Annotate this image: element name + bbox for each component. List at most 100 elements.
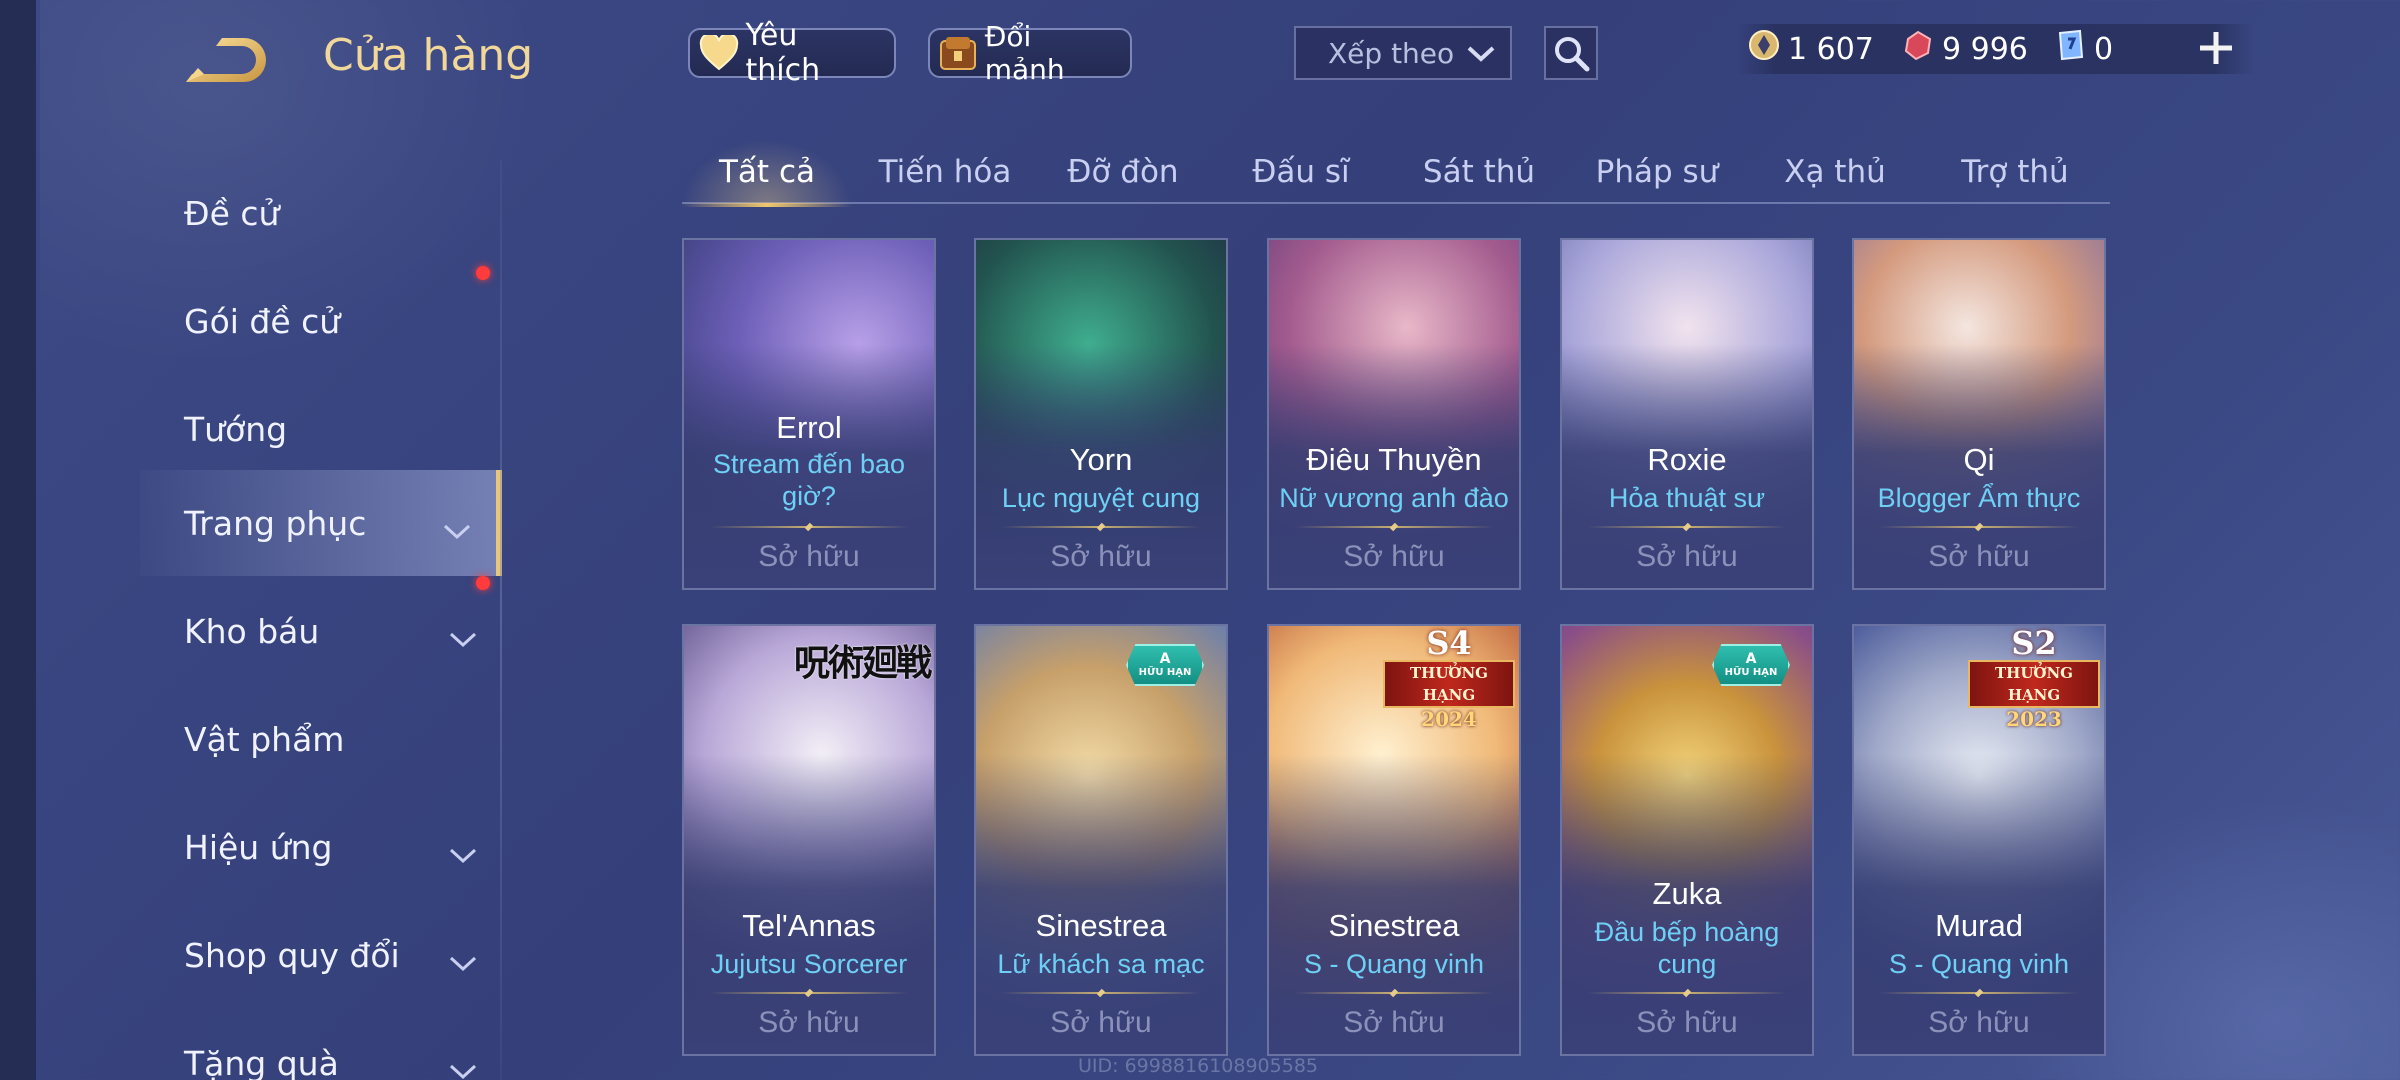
card-divider	[1295, 992, 1493, 994]
sidebar-item-heroes[interactable]: Tướng	[140, 376, 502, 482]
user-id-label: UID: 6998816108905585	[1078, 1055, 1318, 1077]
sidebar-item-label: Trang phục	[184, 503, 367, 543]
sidebar-item-label: Kho báu	[184, 611, 320, 651]
search-button[interactable]	[1544, 26, 1598, 80]
skin-card-sinestrea-glory[interactable]: S4 THƯỞNG HẠNG 2024 Sinestrea S - Quang …	[1267, 624, 1521, 1056]
shard-exchange-button[interactable]: Đổi mảnh	[928, 20, 1132, 86]
tab-fighter[interactable]: Đấu sĩ	[1216, 140, 1386, 204]
badge-grade: A	[1159, 651, 1171, 667]
sidebar-item-items[interactable]: Vật phẩm	[140, 686, 502, 792]
skin-card-dieu-thuyen[interactable]: Điêu Thuyền Nữ vương anh đào Sở hữu	[1267, 238, 1521, 590]
limited-rank-badge: A HỮU HẠN	[1712, 644, 1790, 686]
skin-card-errol[interactable]: Errol Stream đến bao giờ? Sở hữu	[682, 238, 936, 590]
card-divider	[1880, 992, 2078, 994]
sidebar-item-recommended[interactable]: Đề cử	[140, 160, 502, 266]
tab-evolution[interactable]: Tiến hóa	[860, 140, 1030, 204]
skin-name: Stream đến bao giờ?	[712, 449, 906, 511]
tab-mage[interactable]: Pháp sư	[1572, 140, 1742, 204]
sidebar-item-gift[interactable]: Tặng quà	[140, 1010, 502, 1080]
sidebar-item-effects[interactable]: Hiệu ứng	[140, 794, 502, 900]
skin-card-roxie[interactable]: Roxie Hỏa thuật sư Sở hữu	[1560, 238, 1814, 590]
sidebar-item-label: Hiệu ứng	[184, 827, 333, 867]
card-divider	[710, 992, 908, 994]
add-currency-button[interactable]	[2196, 28, 2236, 68]
heart-icon	[698, 32, 740, 74]
sort-dropdown[interactable]: Xếp theo	[1294, 26, 1512, 80]
ticket-balance: 0	[2056, 29, 2113, 69]
skin-card-murad[interactable]: S2 THƯỞNG HẠNG 2023 Murad S - Quang vinh…	[1852, 624, 2106, 1056]
skin-card-qi[interactable]: Qi Blogger Ẩm thực Sở hữu	[1852, 238, 2106, 590]
tab-support[interactable]: Trợ thủ	[1930, 140, 2100, 204]
owned-status: Sở hữu	[758, 1006, 860, 1039]
coin-amount: 1 607	[1788, 31, 1874, 67]
card-divider	[1002, 992, 1200, 994]
sidebar-item-treasure[interactable]: Kho báu	[140, 576, 502, 684]
limited-rank-badge: A HỮU HẠN	[1126, 644, 1204, 686]
role-tabs: Tất cả Tiến hóa Đỡ đòn Đấu sĩ Sát thủ Ph…	[682, 140, 2110, 207]
skin-name: S - Quang vinh	[1303, 949, 1485, 979]
season-rank-badge: S2 THƯỞNG HẠNG 2023	[1964, 624, 2104, 730]
sidebar-item-recommended-packs[interactable]: Gói đề cử	[140, 266, 502, 374]
hero-name: Yorn	[1069, 442, 1133, 477]
coin-icon	[1748, 29, 1780, 69]
chevron-down-icon	[448, 942, 478, 981]
skin-card-yorn[interactable]: Yorn Lục nguyệt cung Sở hữu	[974, 238, 1228, 590]
owned-status: Sở hữu	[1928, 540, 2030, 573]
hero-name: Tel'Annas	[742, 908, 876, 943]
chevron-down-icon	[442, 510, 472, 549]
page-title: Cửa hàng	[323, 30, 534, 81]
tab-marksman[interactable]: Xạ thủ	[1750, 140, 1920, 204]
skin-name: Jujutsu Sorcerer	[710, 949, 908, 979]
favorites-label: Yêu thích	[745, 18, 821, 88]
sidebar-item-label: Tướng	[184, 409, 288, 449]
back-arrow-icon	[186, 38, 266, 82]
currency-bar: 1 607 9 996 0	[1736, 24, 2254, 74]
plus-icon	[2200, 32, 2232, 64]
sort-dropdown-label: Xếp theo	[1328, 36, 1455, 70]
favorites-button[interactable]: Yêu thích	[688, 18, 896, 88]
shard-exchange-label: Đổi mảnh	[984, 20, 1065, 86]
owned-status: Sở hữu	[1636, 540, 1738, 573]
back-button[interactable]	[182, 34, 282, 92]
skin-card-zuka[interactable]: A HỮU HẠN Zuka Đầu bếp hoàng cung Sở hữu	[1560, 624, 1814, 1056]
notification-dot	[476, 576, 490, 590]
hero-name: Murad	[1935, 908, 2023, 943]
sidebar-item-exchange-shop[interactable]: Shop quy đổi	[140, 902, 502, 1008]
left-edge-strip	[0, 0, 36, 1080]
hero-name: Zuka	[1652, 876, 1722, 911]
skin-name: Đầu bếp hoàng cung	[1594, 917, 1780, 979]
skin-name: Lữ khách sa mạc	[997, 949, 1205, 979]
skin-card-telannas[interactable]: 呪術廻戦 Tel'Annas Jujutsu Sorcerer Sở hữu	[682, 624, 936, 1056]
card-divider	[1295, 526, 1493, 528]
collab-logo: 呪術廻戦	[793, 642, 932, 684]
badge-grade: A	[1745, 651, 1757, 667]
hero-name: Điêu Thuyền	[1306, 442, 1482, 477]
ruby-voucher-icon	[1902, 29, 1934, 69]
chevron-down-icon	[448, 618, 478, 657]
card-divider	[1880, 526, 2078, 528]
sidebar-item-label: Gói đề cử	[184, 301, 341, 341]
tab-assassin[interactable]: Sát thủ	[1394, 140, 1564, 204]
chevron-down-icon	[448, 1050, 478, 1080]
owned-status: Sở hữu	[1343, 540, 1445, 573]
owned-status: Sở hữu	[1050, 1006, 1152, 1039]
hero-name: Sinestrea	[1328, 908, 1460, 943]
season-label: S2	[2011, 624, 2057, 662]
chevron-down-icon	[448, 834, 478, 873]
rank-reward-label: THƯỞNG HẠNG	[1968, 660, 2100, 708]
hero-name: Roxie	[1647, 442, 1727, 477]
season-rank-badge: S4 THƯỞNG HẠNG 2024	[1379, 626, 1519, 730]
sidebar-item-skins[interactable]: Trang phục	[140, 470, 502, 576]
tab-tank[interactable]: Đỡ đòn	[1038, 140, 1208, 204]
skin-name: Blogger Ẩm thực	[1877, 483, 2081, 513]
notification-dot	[476, 266, 490, 280]
tab-all[interactable]: Tất cả	[682, 140, 852, 207]
card-divider	[1588, 992, 1786, 994]
hero-name: Sinestrea	[1035, 908, 1167, 943]
voucher-amount: 9 996	[1942, 31, 2028, 67]
owned-status: Sở hữu	[1343, 1006, 1445, 1039]
skin-name: Hỏa thuật sư	[1608, 483, 1766, 513]
skin-name: Nữ vương anh đào	[1279, 483, 1509, 513]
badge-subtext: HỮU HẠN	[1138, 667, 1192, 678]
skin-card-sinestrea-desert[interactable]: A HỮU HẠN Sinestrea Lữ khách sa mạc Sở hữ…	[974, 624, 1228, 1056]
